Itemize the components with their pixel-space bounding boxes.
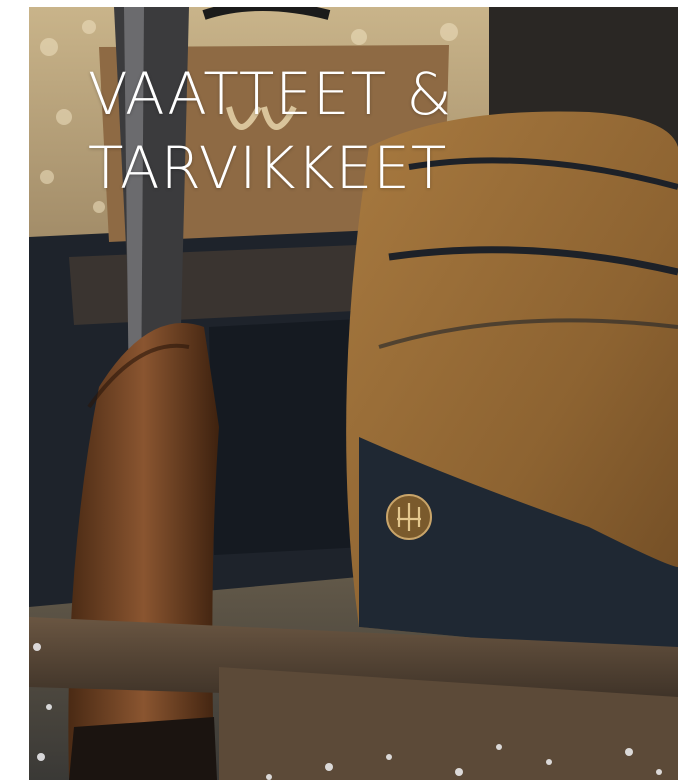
category-title: VAATTEET & TARVIKKEET <box>88 57 453 205</box>
beretta-trident-emblem-icon <box>386 494 432 540</box>
category-title-line-2: TARVIKKEET <box>88 134 448 202</box>
category-title-line-1: VAATTEET & <box>88 60 453 128</box>
category-card-clothing-accessories[interactable]: VAATTEET & TARVIKKEET <box>29 7 678 780</box>
